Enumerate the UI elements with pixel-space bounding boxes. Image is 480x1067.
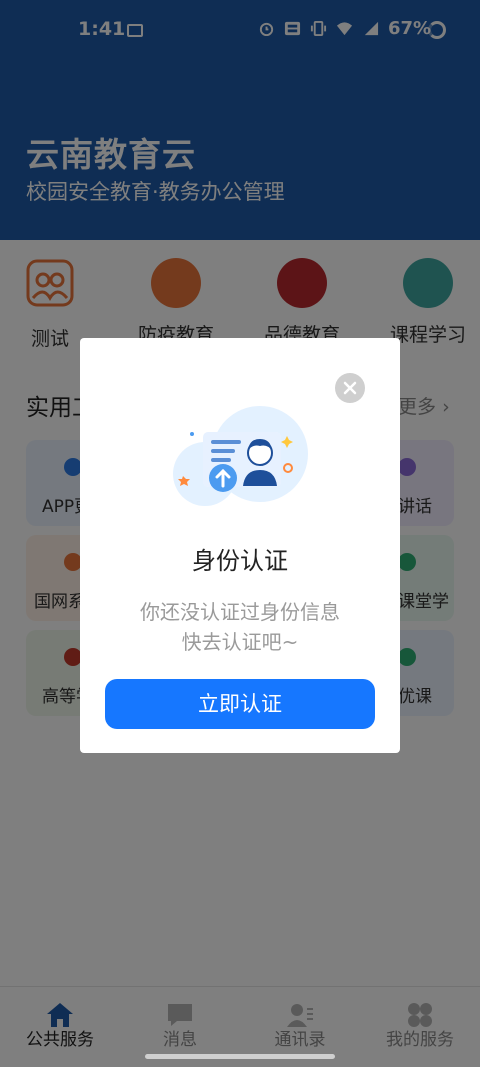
identity-verification-dialog: 身份认证 你还没认证过身份信息 快去认证吧~ 立即认证 [80,338,400,753]
close-icon [343,381,357,395]
close-button[interactable] [335,373,365,403]
verify-now-button[interactable]: 立即认证 [105,679,375,729]
dialog-message-line1: 你还没认证过身份信息 [140,600,340,624]
gesture-home-bar[interactable] [145,1054,335,1059]
id-card-upload-icon [173,406,308,506]
dialog-title: 身份认证 [192,547,288,575]
dialog-message-line2: 快去认证吧~ [181,630,299,654]
